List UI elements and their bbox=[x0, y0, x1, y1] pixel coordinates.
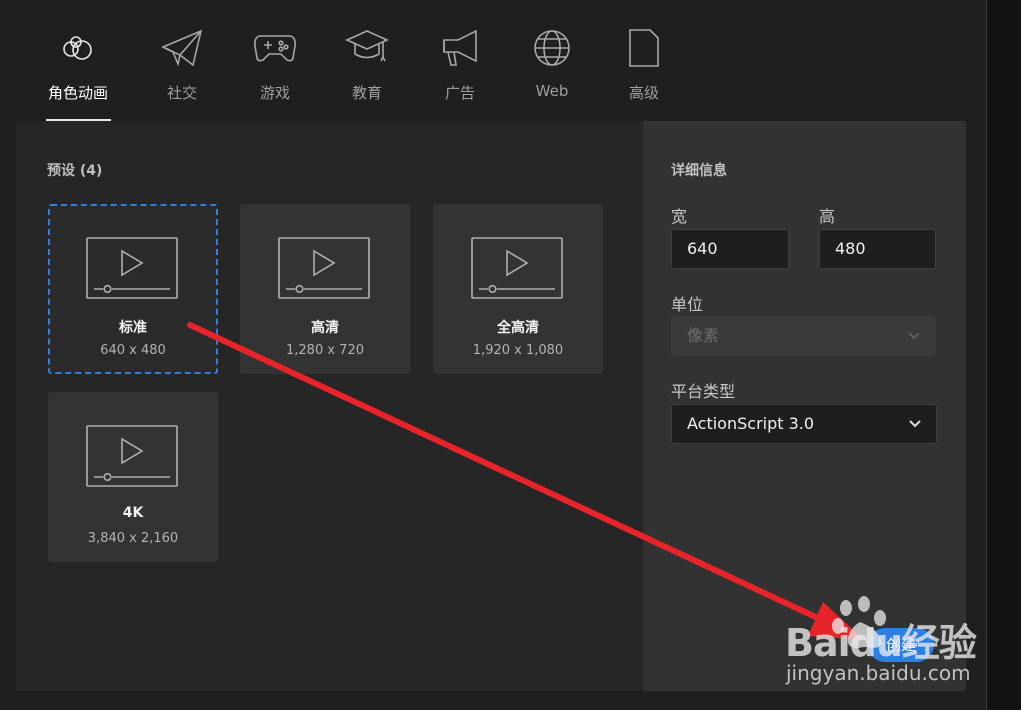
watermark-url-text: jingyan.baidu.com bbox=[786, 661, 971, 685]
platform-select[interactable]: ActionScript 3.0 bbox=[671, 404, 937, 444]
platform-select-value: ActionScript 3.0 bbox=[687, 414, 815, 433]
globe-icon bbox=[512, 26, 592, 70]
preset-name: 标准 bbox=[119, 320, 147, 336]
tab-label: 高级 bbox=[628, 84, 659, 102]
preset-dimensions: 3,840 x 2,160 bbox=[87, 531, 179, 546]
unit-label: 单位 bbox=[671, 295, 704, 314]
tab-education[interactable]: 教育 bbox=[327, 26, 407, 103]
tab-label: 教育 bbox=[351, 84, 382, 102]
tab-advertising[interactable]: 广告 bbox=[420, 26, 500, 103]
height-label: 高 bbox=[819, 207, 836, 226]
circles-icon bbox=[38, 26, 118, 70]
paper-plane-icon bbox=[142, 26, 222, 70]
chevron-down-icon bbox=[907, 317, 921, 355]
tab-advanced[interactable]: 高级 bbox=[604, 26, 684, 103]
height-input[interactable]: 480 bbox=[819, 229, 936, 269]
preset-name: 4K bbox=[122, 505, 144, 521]
preset-dimensions: 1,920 x 1,080 bbox=[472, 343, 564, 358]
preset-dimensions: 1,280 x 720 bbox=[286, 343, 364, 358]
preset-name: 高清 bbox=[311, 320, 339, 336]
video-thumbnail-icon bbox=[86, 237, 178, 299]
tab-label: 广告 bbox=[444, 84, 475, 102]
tab-web[interactable]: Web bbox=[512, 26, 592, 100]
document-icon bbox=[604, 26, 684, 70]
platform-label: 平台类型 bbox=[671, 382, 736, 401]
tab-games[interactable]: 游戏 bbox=[235, 26, 315, 103]
width-label: 宽 bbox=[671, 207, 688, 226]
tab-label: 角色动画 bbox=[47, 84, 108, 102]
details-title: 详细信息 bbox=[671, 163, 727, 179]
tab-character-animation[interactable]: 角色动画 bbox=[38, 26, 118, 103]
gamepad-icon bbox=[235, 26, 315, 70]
video-thumbnail-icon bbox=[278, 237, 370, 299]
chevron-down-icon bbox=[908, 405, 922, 443]
tab-label: Web bbox=[535, 82, 569, 100]
preset-card-4k[interactable]: 4K 3,840 x 2,160 bbox=[48, 392, 218, 562]
window-edge bbox=[986, 0, 1021, 710]
tab-label: 社交 bbox=[166, 84, 197, 102]
preset-dimensions: 640 x 480 bbox=[100, 343, 166, 358]
width-input[interactable]: 640 bbox=[671, 229, 789, 269]
unit-select-value: 像素 bbox=[687, 326, 720, 345]
preset-card-full-hd[interactable]: 全高清 1,920 x 1,080 bbox=[433, 204, 603, 374]
preset-card-hd[interactable]: 高清 1,280 x 720 bbox=[240, 204, 410, 374]
video-thumbnail-icon bbox=[471, 237, 563, 299]
preset-card-standard[interactable]: 标准 640 x 480 bbox=[48, 204, 218, 374]
watermark-logo-text: Baidu经验 bbox=[785, 621, 977, 665]
graduation-cap-icon bbox=[327, 26, 407, 70]
preset-name: 全高清 bbox=[497, 320, 539, 336]
megaphone-icon bbox=[420, 26, 500, 70]
tab-label: 游戏 bbox=[259, 84, 290, 102]
presets-title: 预设 (4) bbox=[47, 163, 103, 179]
unit-select: 像素 bbox=[671, 316, 936, 356]
video-thumbnail-icon bbox=[86, 425, 178, 487]
tab-social[interactable]: 社交 bbox=[142, 26, 222, 103]
